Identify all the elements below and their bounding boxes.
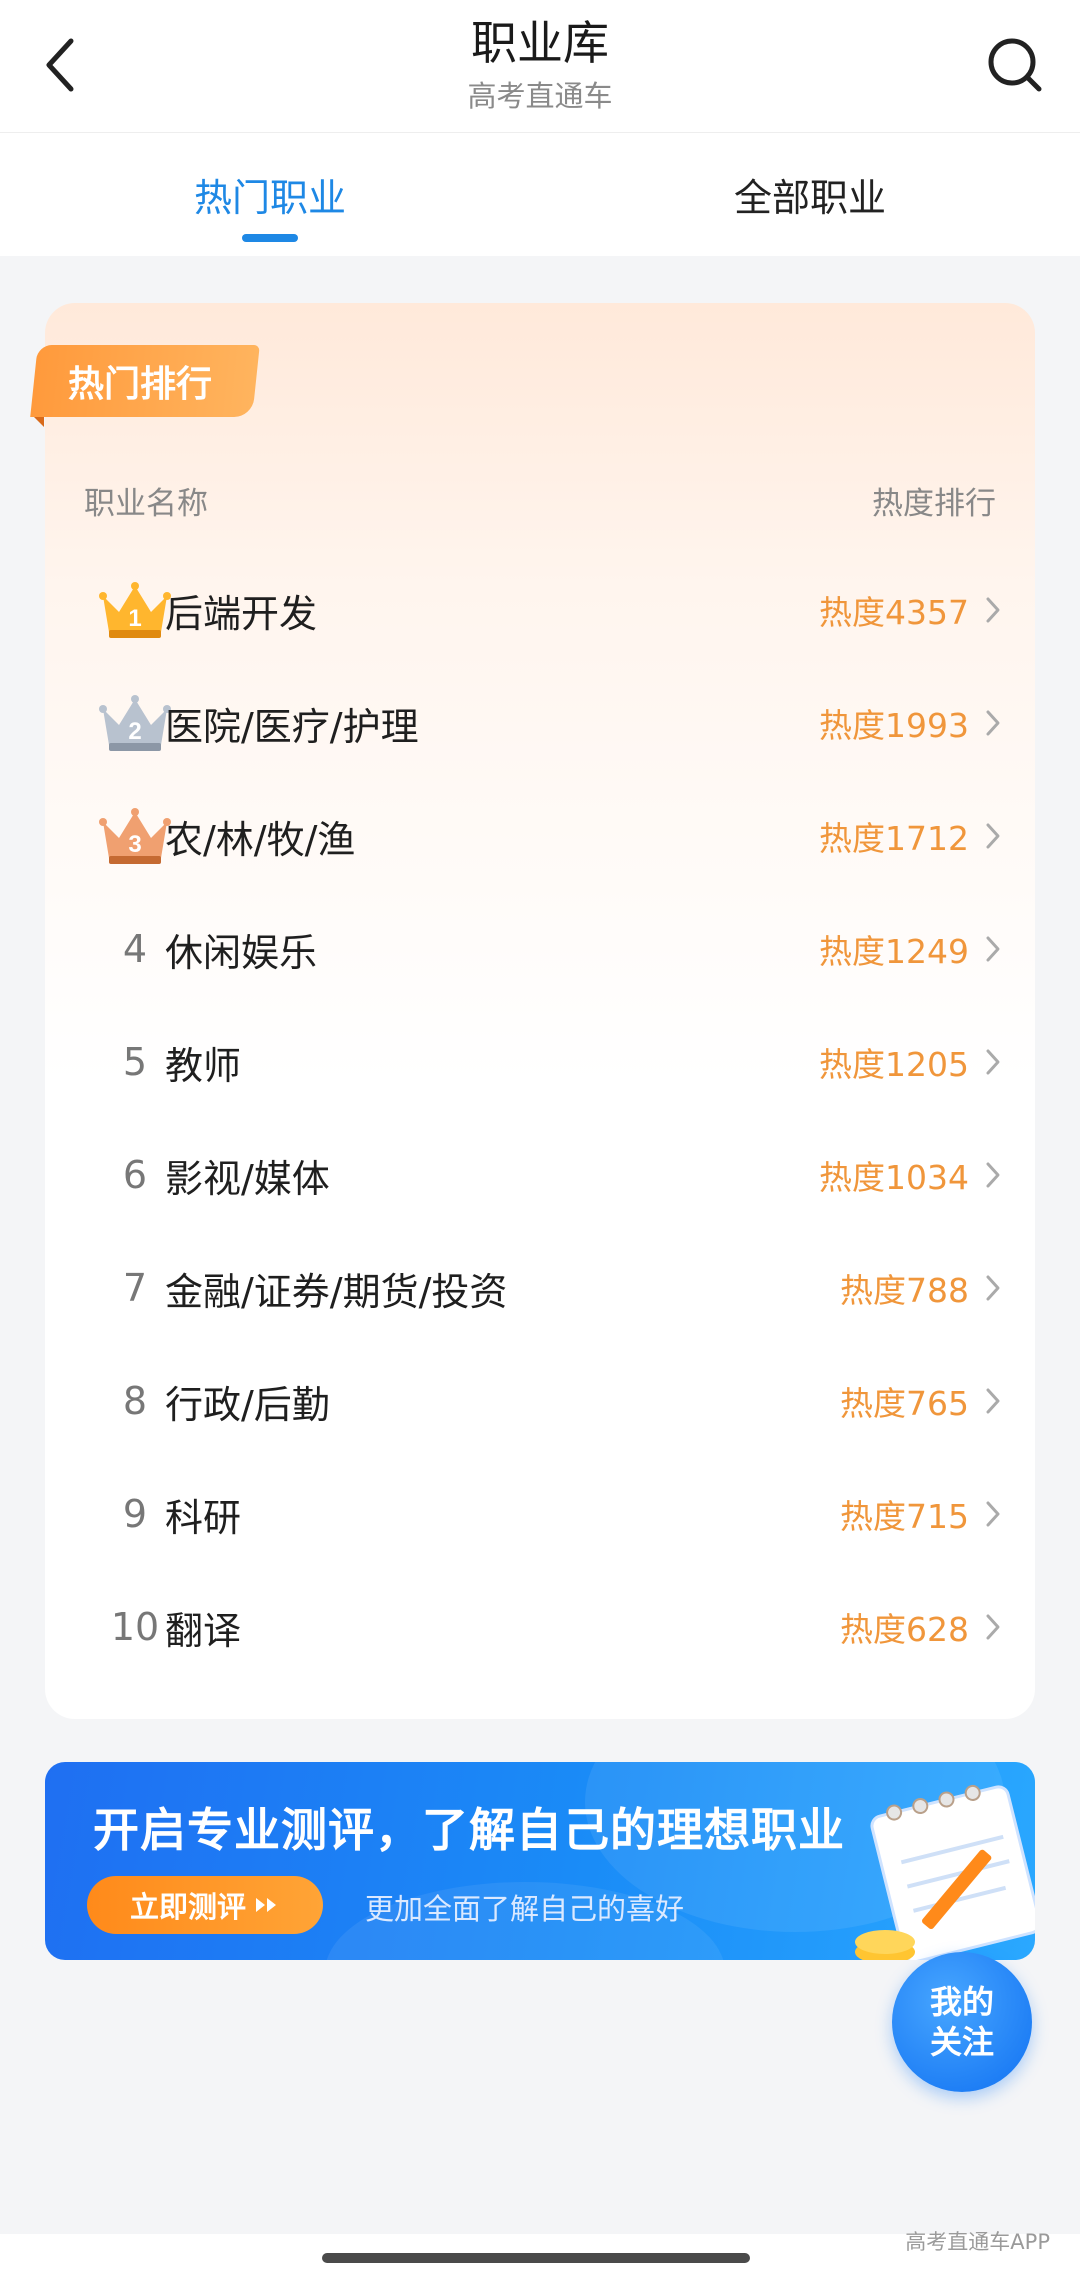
banner-title: 开启专业测评，了解自己的理想职业 [93, 1803, 845, 1857]
ranking-badge-label: 热门排行 [68, 364, 213, 405]
chevron-right-icon [973, 822, 1013, 850]
tab-hot-jobs[interactable]: 热门职业 [0, 133, 540, 256]
heat-value: 热度628 [840, 1610, 969, 1649]
banner-subtitle: 更加全面了解自己的喜好 [365, 1892, 685, 1926]
chevron-right-icon [973, 1613, 1013, 1641]
ranking-row[interactable]: 8 行政/后勤 热度765 [45, 1351, 1035, 1451]
heat-value: 热度1993 [819, 706, 969, 745]
job-name: 科研 [165, 1495, 242, 1540]
chevron-right-icon [973, 1500, 1013, 1528]
heat-value: 热度1205 [819, 1045, 969, 1084]
ranking-row[interactable]: 6 影视/媒体 热度1034 [45, 1125, 1035, 1225]
heat-value: 热度1034 [819, 1158, 969, 1197]
chevron-right-icon [973, 1161, 1013, 1189]
column-header-heat: 热度排行 [872, 486, 996, 522]
job-name: 翻译 [165, 1608, 242, 1653]
ranking-row[interactable]: 7 金融/证券/期货/投资 热度788 [45, 1238, 1035, 1338]
home-indicator[interactable] [322, 2253, 750, 2263]
job-name: 行政/后勤 [165, 1382, 330, 1427]
tab-all-jobs[interactable]: 全部职业 [540, 133, 1080, 256]
ranking-row[interactable]: 4 休闲娱乐 热度1249 [45, 899, 1035, 999]
ranking-row[interactable]: 9 科研 热度715 [45, 1464, 1035, 1564]
svg-text:2: 2 [128, 718, 141, 745]
ranking-badge: 热门排行 [30, 345, 260, 417]
job-name: 影视/媒体 [165, 1156, 330, 1201]
notebook-pencil-illustration [855, 1784, 1035, 1960]
job-name: 教师 [165, 1043, 242, 1088]
assessment-banner[interactable]: 开启专业测评，了解自己的理想职业 立即测评 更加全面了解自己的喜好 [45, 1762, 1035, 1960]
ranking-row[interactable]: 3 农/林/牧/渔 热度1712 [45, 786, 1035, 886]
heat-value: 热度1249 [819, 932, 969, 971]
chevron-right-icon [973, 596, 1013, 624]
ranking-row[interactable]: 1 后端开发 热度4357 [45, 560, 1035, 660]
my-follow-button[interactable]: 我的 关注 [892, 1952, 1032, 2092]
svg-text:3: 3 [128, 831, 141, 858]
heat-value: 热度788 [840, 1271, 969, 1310]
heat-value: 热度1712 [819, 819, 969, 858]
watermark: 高考直通车APP [905, 2230, 1050, 2254]
job-name: 休闲娱乐 [165, 930, 318, 975]
double-arrow-icon [256, 1898, 276, 1912]
search-button[interactable] [980, 30, 1050, 100]
job-name: 金融/证券/期货/投资 [165, 1269, 508, 1314]
heat-value: 热度715 [840, 1497, 969, 1536]
ranking-row[interactable]: 2 医院/医疗/护理 热度1993 [45, 673, 1035, 773]
header-bar: 职业库 高考直通车 [0, 0, 1080, 132]
chevron-right-icon [973, 1048, 1013, 1076]
ranking-badge-fold [34, 417, 44, 427]
tab-label: 全部职业 [733, 176, 886, 220]
job-name: 农/林/牧/渔 [165, 817, 356, 862]
heat-value: 热度4357 [819, 593, 969, 632]
chevron-right-icon [973, 709, 1013, 737]
chevron-right-icon [973, 1387, 1013, 1415]
banner-button-label: 立即测评 [129, 1890, 246, 1924]
follow-label-line1: 我的 [929, 1983, 994, 2021]
svg-text:1: 1 [128, 605, 141, 632]
tab-active-indicator [242, 234, 298, 242]
tab-label: 热门职业 [193, 176, 346, 220]
start-assessment-button[interactable]: 立即测评 [87, 1876, 323, 1934]
title-block: 职业库 高考直通车 [0, 12, 1080, 116]
search-icon [988, 38, 1042, 92]
ranking-row[interactable]: 10 翻译 热度628 [45, 1577, 1035, 1677]
chevron-right-icon [973, 1274, 1013, 1302]
column-header-name: 职业名称 [84, 486, 208, 522]
chevron-right-icon [973, 935, 1013, 963]
tab-bar: 热门职业 全部职业 [0, 132, 1080, 256]
ranking-row[interactable]: 5 教师 热度1205 [45, 1012, 1035, 1112]
page-subtitle: 高考直通车 [467, 79, 613, 113]
heat-value: 热度765 [840, 1384, 969, 1423]
page-title: 职业库 [471, 16, 609, 70]
follow-label-line2: 关注 [929, 2023, 994, 2061]
job-name: 后端开发 [165, 591, 318, 636]
job-name: 医院/医疗/护理 [165, 704, 419, 749]
